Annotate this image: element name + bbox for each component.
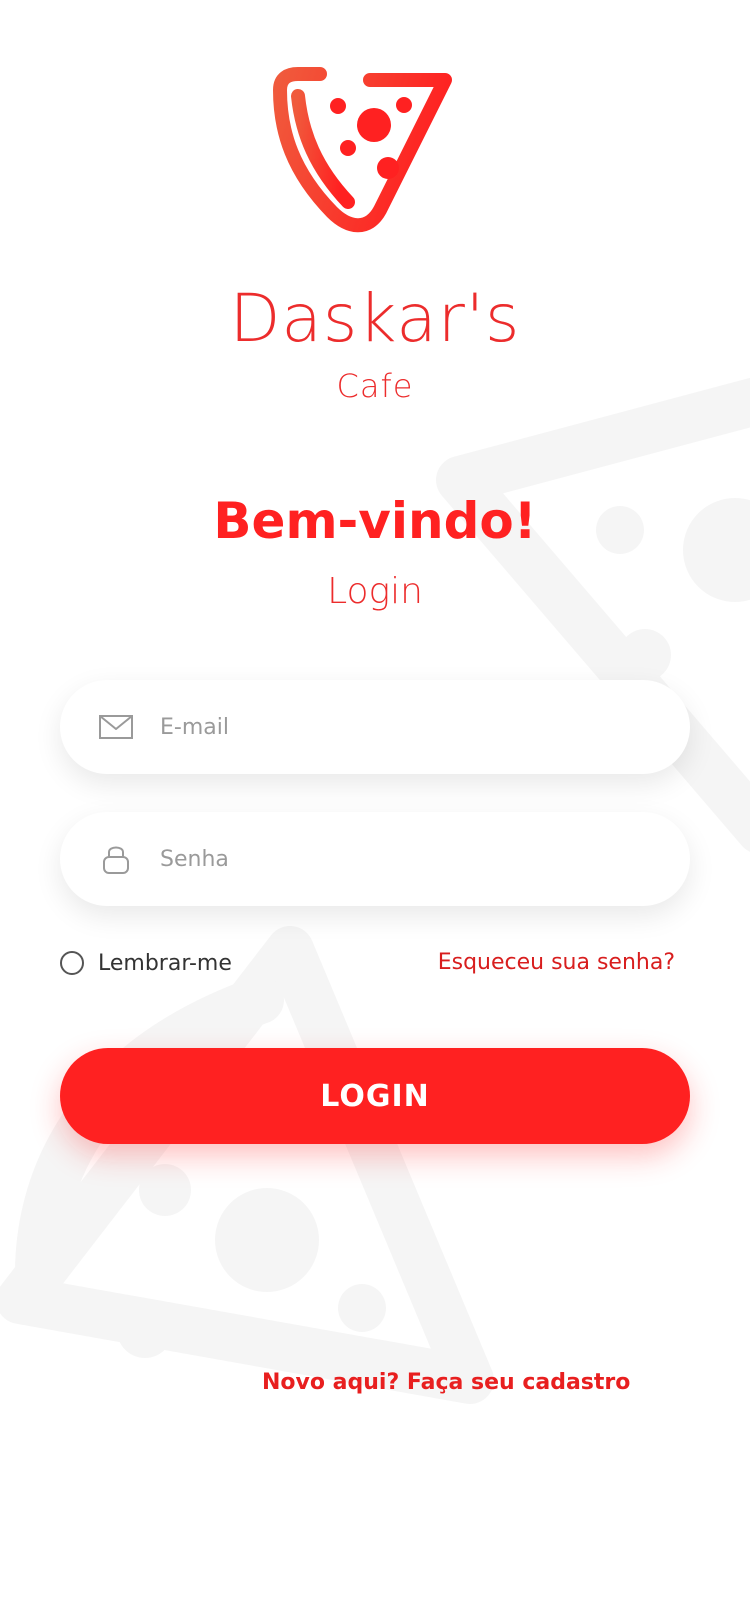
login-subtitle: Login xyxy=(327,571,423,612)
login-button[interactable]: LOGIN xyxy=(60,1048,690,1144)
email-input[interactable] xyxy=(160,680,660,774)
remember-me-toggle[interactable]: Lembrar-me xyxy=(60,948,232,978)
password-field[interactable] xyxy=(60,812,690,906)
pizza-slice-icon xyxy=(273,67,452,233)
welcome-title: Bem-vindo! xyxy=(213,492,537,550)
brand-name: Daskar's xyxy=(229,280,521,357)
forgot-password-link[interactable]: Esqueceu sua senha? xyxy=(438,948,675,978)
mail-icon xyxy=(99,715,133,739)
email-field[interactable] xyxy=(60,680,690,774)
signup-link[interactable]: Novo aqui? Faça seu cadastro xyxy=(262,1370,630,1395)
logo xyxy=(268,62,480,242)
remember-me-radio[interactable] xyxy=(60,951,84,975)
lock-icon xyxy=(103,846,129,874)
remember-me-label: Lembrar-me xyxy=(98,950,232,976)
brand-subtitle: Cafe xyxy=(336,367,414,405)
password-input[interactable] xyxy=(160,812,660,906)
